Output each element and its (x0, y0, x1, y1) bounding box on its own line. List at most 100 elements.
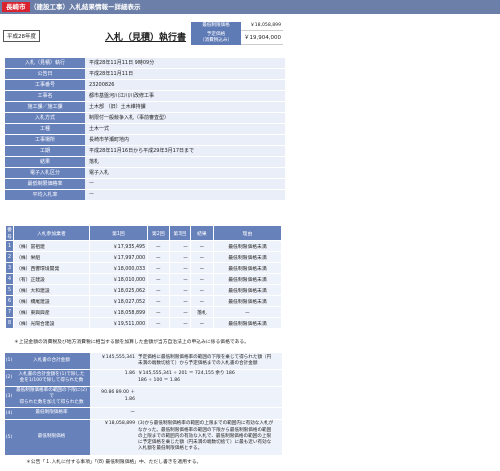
bid-result: ー (189, 284, 214, 296)
calc-key: 入札書の合計金額 (13, 353, 90, 370)
bidder-no: 6 (4, 295, 15, 307)
page-title: 入札（見積）執行書 (105, 33, 187, 43)
calc-row: (1) 入札書の合計金額 ￥145,555,341 予定価格に最低制限価格率の範囲… (5, 353, 282, 370)
info-key: 公告日 (5, 68, 85, 80)
info-key: 工期 (5, 145, 85, 157)
bidder-no: 3 (4, 262, 15, 274)
calc-value: ￥18,058,899 (3)から最低制限価格率の範囲の上限までの範囲内に有効な入… (90, 419, 282, 456)
footnote: ＊公告「１.入札に付する事項」「(8) 最低制限価格」中、ただし書きを適用する。 (26, 460, 202, 465)
bid-round3: ー (168, 295, 191, 307)
info-value: 都市基盤河川江川川改修工事 (85, 90, 285, 102)
bidder-name: （株）大和建設 (13, 284, 90, 296)
info-value: 長崎市芋瀬町地内 (85, 134, 285, 146)
calc-no: (3) (5, 386, 13, 408)
bidder-no: 4 (4, 273, 15, 285)
bidder-name: （株）東興興産 (13, 306, 90, 318)
info-value: 土木一式 (85, 123, 285, 135)
calc-value: ￥145,555,341 予定価格に最低制限価格率の範囲の下限を乗じて得られた額（… (90, 353, 282, 370)
bid-round1: ￥19,511,000 (88, 317, 149, 329)
bid-result: 落札 (189, 306, 214, 318)
info-value: 平成28年11月16日から平成29年3月17日まで (85, 145, 285, 157)
info-value: 土木部 （旧）土木維持課 (85, 101, 285, 113)
bid-round1: ￥18,058,899 (88, 306, 149, 318)
info-key: 施工課／施工課 (5, 101, 85, 113)
info-key: 入札（見積）執行 (5, 58, 85, 69)
bid-round1: ￥18,010,000 (88, 273, 149, 285)
bidder-no: 2 (4, 251, 15, 263)
info-key: 平均入札率 (5, 189, 85, 201)
bidder-no: 7 (4, 306, 15, 318)
calc-row: (2) 入札書の合計金額を(1)で除した 金を1/100で除して得られた数 1.… (5, 369, 282, 387)
contract-info-table: 入札（見積）執行 平成28年11月11日 9時09分 公告日 平成28年11月11… (5, 58, 285, 201)
info-value: 電子入札 (85, 167, 285, 179)
info-key: 工事番号 (5, 79, 85, 91)
bidder-row: 1 （株）冨祖建 ￥17,935,495 ー ー ー 最低制限価格未満 (4, 240, 283, 252)
calc-row: (5) 最低制限価格 ￥18,058,899 (3)から最低制限価格率の範囲の上限… (5, 419, 282, 456)
info-value: 制限付一般競争入札（事前審査型） (85, 112, 285, 124)
bid-round2: ー (147, 273, 170, 285)
bid-round2: ー (147, 306, 170, 318)
info-row: 工種 土木一式 (5, 123, 285, 135)
info-row: 公告日 平成28年11月11日 (5, 68, 285, 80)
col-round3: 第3回 (168, 225, 191, 241)
info-key: 工事名 (5, 90, 85, 102)
calc-description: (3)から最低制限価格率の範囲の上限までの範囲内に有効な入札がなかった。最低制限… (138, 421, 274, 452)
info-row: 入札方式 制限付一般競争入札（事前審査型） (5, 112, 285, 124)
estimated-price-label: 予定価格 （消費税込み） (191, 30, 241, 45)
info-value: 平成28年11月11日 9時09分 (85, 58, 285, 69)
info-value: 平成28年11月11日 (85, 68, 285, 80)
col-name: 入札参加業者 (13, 225, 90, 241)
col-round1: 第1回 (88, 225, 149, 241)
bidder-name: （株）光陽合建設 (13, 317, 90, 329)
bid-reason: 最低制限価格未満 (212, 262, 283, 274)
calc-no: (1) (5, 353, 13, 370)
info-row: 平均入札率 ー (5, 189, 285, 201)
price-summary: 最低制限価格 ￥18,058,899 予定価格 （消費税込み） ￥19,904,… (191, 22, 283, 45)
bid-round3: ー (168, 251, 191, 263)
col-round2: 第2回 (147, 225, 170, 241)
calc-value: ー (90, 407, 282, 420)
bid-round2: ー (147, 317, 170, 329)
bid-round1: ￥17,997,000 (88, 251, 149, 263)
calc-amount: ￥145,555,341 (101, 354, 135, 360)
bid-round2: ー (147, 284, 170, 296)
info-key: 最低制限価格率 (5, 178, 85, 190)
city-badge: 長崎市 (2, 2, 30, 12)
calc-key: 最低制限価格率 (13, 407, 90, 420)
bid-result: ー (189, 317, 214, 329)
calc-description: ￥145,555,341 ÷ 201 ＝ 724,155 余り 186 186 … (138, 371, 235, 383)
min-price-label: 最低制限価格 (191, 22, 241, 31)
bid-round2: ー (147, 251, 170, 263)
bid-reason: 最低制限価格未満 (212, 251, 283, 263)
info-key: 入札方式 (5, 112, 85, 124)
bid-reason: 最低制限価格未満 (212, 295, 283, 307)
bid-reason: 最低制限価格未満 (212, 240, 283, 252)
bidder-row: 6 （株）橋尾建設 ￥18,027,052 ー ー ー 最低制限価格未満 (4, 295, 283, 307)
info-row: 工事番号 23200826 (5, 79, 285, 91)
bidder-row: 3 （株）西響環境開発 ￥18,000,033 ー ー ー 最低制限価格未満 (4, 262, 283, 274)
bidder-row: 8 （株）光陽合建設 ￥19,511,000 ー ー ー 最低制限価格未満 (4, 317, 283, 329)
info-row: 最低制限価格率 ー (5, 178, 285, 190)
fiscal-year-badge: 平成28年度 (3, 30, 40, 42)
bid-result: ー (189, 240, 214, 252)
info-row: 工事名 都市基盤河川江川川改修工事 (5, 90, 285, 102)
calc-amount: ー (130, 409, 135, 415)
info-key: 電子入札区分 (5, 167, 85, 179)
calc-key: 最低制限価格 (13, 419, 90, 456)
min-price-calc-table: (1) 入札書の合計金額 ￥145,555,341 予定価格に最低制限価格率の範囲… (5, 353, 282, 456)
bid-round2: ー (147, 262, 170, 274)
info-row: 結果 落札 (5, 156, 285, 168)
bidder-row: 5 （株）大和建設 ￥18,025,062 ー ー ー 最低制限価格未満 (4, 284, 283, 296)
bid-result: ー (189, 262, 214, 274)
bidder-row: 2 （株）栄組 ￥17,997,000 ー ー ー 最低制限価格未満 (4, 251, 283, 263)
bidders-table: 番号 入札参加業者 第1回 第2回 第3回 結果 理由 1 （株）冨祖建 ￥17… (4, 225, 283, 329)
bid-round1: ￥17,935,495 (88, 240, 149, 252)
info-row: 電子入札区分 電子入札 (5, 167, 285, 179)
bid-reason: ー (212, 306, 283, 318)
bid-round3: ー (168, 262, 191, 274)
bid-round2: ー (147, 240, 170, 252)
calc-no: (4) (5, 407, 13, 420)
bid-round2: ー (147, 295, 170, 307)
estimated-price-value: ￥19,904,000 (241, 30, 283, 45)
calc-row: (3) 最低制限価格率の範囲の下限に(2)で 得られた数を加えて得られた数 90… (5, 386, 282, 408)
